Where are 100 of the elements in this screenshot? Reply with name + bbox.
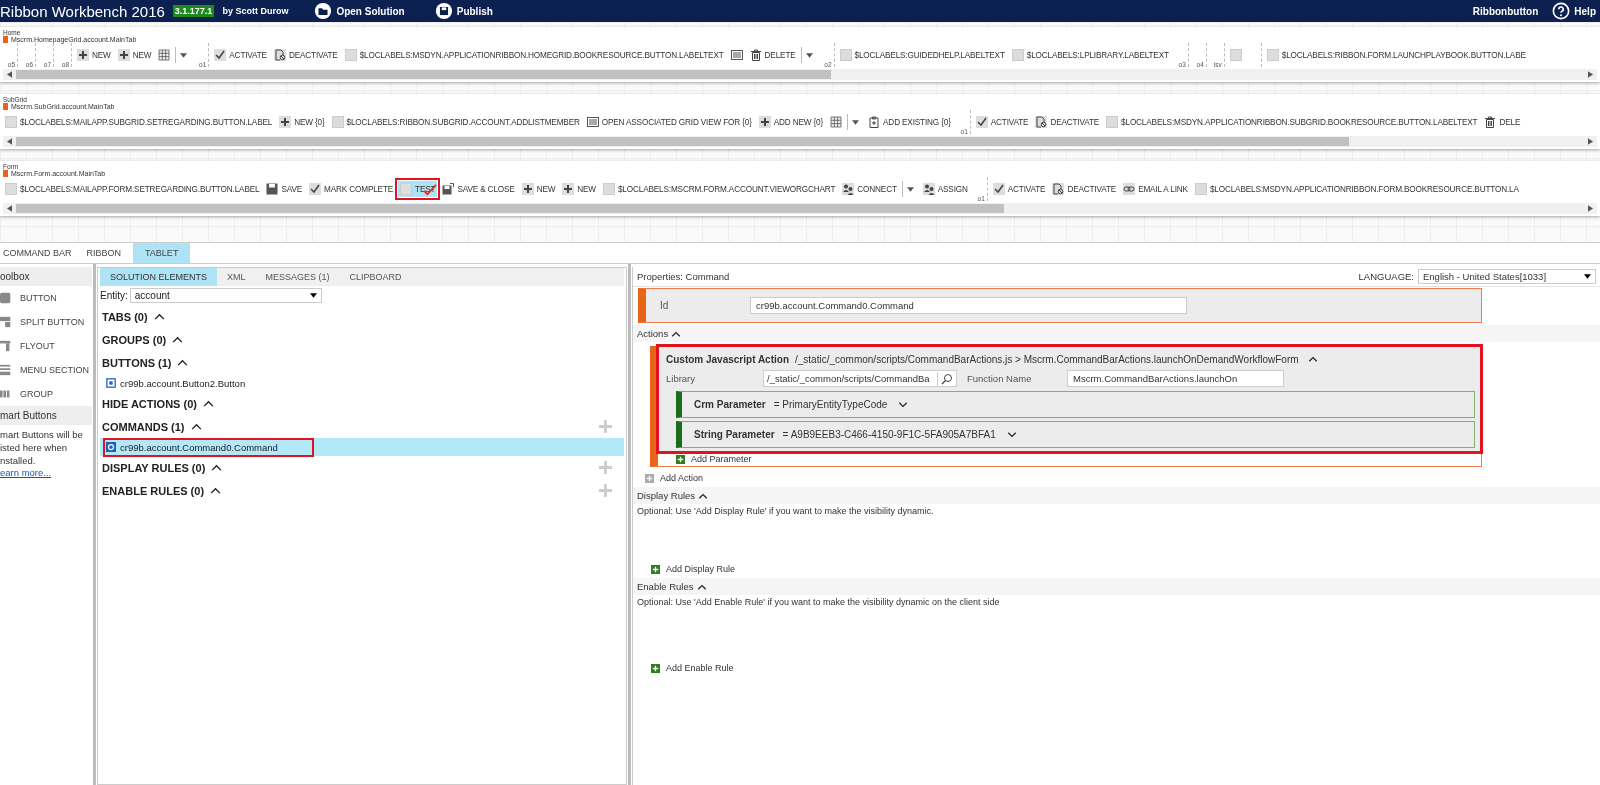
splitter-handle[interactable] [92,264,97,785]
ribbon-button[interactable]: $LOCLABELS:RIBBON.SUBGRID.ACCOUNT.ADDLISTMEMBER [329,114,582,130]
ribbon-button[interactable] [828,114,845,130]
trash-icon [749,49,762,61]
scroll-left-icon[interactable] [7,205,12,212]
ribbon-button[interactable]: $LOCLABELS:GUIDEDHELP.LABELTEXT [837,47,1007,63]
ribbon-button[interactable] [156,47,173,63]
toolbox-item[interactable]: FLYOUT [0,334,92,358]
checkmark-icon [309,183,322,195]
ribbon-button[interactable]: ADD NEW {0} [756,114,826,130]
section-heading[interactable]: GROUPS (0) [102,333,167,346]
plus-icon [77,49,89,61]
toolbox-item[interactable]: MENU SECTION [0,358,92,382]
ribbon-button[interactable]: NEW [115,47,154,63]
horizontal-scrollbar[interactable] [3,69,1597,80]
ribbon-button[interactable]: SAVE [264,181,305,197]
chevron-icon[interactable] [698,492,709,499]
horizontal-scrollbar[interactable] [3,136,1597,147]
view-tab[interactable]: RIBBON [83,243,134,263]
library-field[interactable]: /_static/_common/scripts/CommandBa [763,370,957,387]
ribbon-button[interactable]: DEACTIVATE [1033,114,1102,130]
panel-tab[interactable]: MESSAGES (1) [255,268,340,286]
ribbon-button[interactable]: EMAIL A LINK [1121,181,1190,197]
ribbon-button[interactable]: $LOCLABELS:MSDYN.APPLICATIONRIBBON.SUBGRID.BOOKRESOURCE.BUTTON.LABELTEXT [1104,114,1480,130]
ribbon-button[interactable]: NEW [75,47,113,63]
chevron-icon[interactable] [696,583,707,590]
section-heading[interactable]: COMMANDS (1) [102,420,185,433]
add-action-button[interactable]: Add Action [633,467,716,485]
toolbox-item[interactable]: SPLIT BUTTON [0,310,92,334]
chevron-icon[interactable] [898,401,909,408]
chevron-icon[interactable] [190,423,202,430]
panel-tab[interactable]: XML [217,268,256,286]
ribbon-button[interactable]: NEW {0} [277,114,327,130]
ribbon-button[interactable]: NEW [519,181,558,197]
section-heading[interactable]: DISPLAY RULES (0) [102,461,206,474]
panel-tab[interactable]: CLIPBOARD [339,268,412,286]
toolbox-item[interactable]: GROUP [0,382,92,406]
chevron-icon[interactable] [671,330,682,337]
toolbar-button[interactable]: Open Solution [314,2,405,20]
toolbox-item-icon [0,315,12,329]
ribbon-button[interactable]: DEACTIVATE [1050,181,1119,197]
section-heading[interactable]: ENABLE RULES (0) [102,484,205,497]
chevron-icon[interactable] [1006,431,1017,438]
scroll-left-icon[interactable] [7,138,12,145]
scroll-right-icon[interactable] [1588,205,1593,212]
ribbon-button[interactable]: DEACTIVATE [271,47,340,63]
id-field[interactable]: cr99b.account.Command0.Command [750,297,1187,314]
ribbon-button[interactable]: $LOCLABELS:MAILAPP.FORM.SETREGARDING.BUTTON.LABEL [3,181,262,197]
chevron-icon[interactable] [202,400,214,407]
panel-tab[interactable]: SOLUTION ELEMENTS [100,268,218,286]
toolbox-item[interactable]: BUTTON [0,286,92,310]
chevron-icon[interactable] [1307,356,1318,362]
ribbon-button[interactable]: NEW [560,181,598,197]
list-item[interactable]: cr99b.account.Command0.Command [100,438,624,456]
splitter-handle[interactable] [627,264,632,785]
scroll-right-icon[interactable] [1588,71,1593,78]
tab-marker-icon [3,103,8,110]
help-button[interactable]: Help [1552,2,1596,20]
chevron-icon[interactable] [153,313,165,320]
ribbon-button[interactable]: DELETE [747,47,798,63]
ribbon-button[interactable]: $LOCLABELS:LPLIBRARY.LABELTEXT [1009,47,1171,63]
section-heading[interactable]: TABS (0) [102,310,148,323]
section-title: Display Rules [637,490,696,501]
ribbon-button[interactable]: SAVE & CLOSE [440,181,517,197]
add-rule-button[interactable]: Add Display Rule [637,562,1600,576]
plus-icon [521,183,534,195]
ribbon-button[interactable]: $LOCLABELS:RIBBON.FORM.LAUNCHPLAYBOOK.BUTTON.LABE [1264,47,1528,63]
ribbon-button[interactable]: ACTIVATE [212,47,269,63]
toolbar-button[interactable]: Publish [434,2,493,20]
chevron-icon[interactable] [177,359,189,366]
ribbon-button[interactable]: $LOCLABELS:MSCRM.FORM.ACCOUNT.VIEWORGCHART [600,181,838,197]
section-heading[interactable]: HIDE ACTIONS (0) [102,397,197,410]
ribbon-button[interactable]: ASSIGN [920,181,970,197]
horizontal-scrollbar[interactable] [3,203,1597,214]
ribbon-button[interactable]: ACTIVATE [973,114,1031,130]
scroll-right-icon[interactable] [1588,138,1593,145]
chevron-icon[interactable] [172,336,184,343]
entity-dropdown[interactable]: account [129,288,322,303]
function-name-field[interactable]: Mscrm.CommandBarActions.launchOn [1067,370,1284,387]
chevron-icon[interactable] [210,487,222,494]
ribbon-button[interactable]: OPEN ASSOCIATED GRID VIEW FOR {0} [584,114,754,130]
add-parameter-button[interactable]: Add Parameter [658,452,770,466]
ribbon-button[interactable] [728,47,745,63]
ribbon-button[interactable]: CONNECT [840,181,899,197]
ribbon-button[interactable]: MARK COMPLETE [307,181,396,197]
view-tab[interactable]: COMMAND BAR [0,243,84,263]
list-item[interactable]: cr99b.account.Button2.Button [100,374,624,392]
ribbon-button[interactable]: DELE [1482,114,1523,130]
ribbon-button[interactable]: $LOCLABELS:MSDYN.APPLICATIONRIBBON.HOMEGRID.BOOKRESOURCE.BUTTON.LABELTEXT [342,47,726,63]
scroll-left-icon[interactable] [7,71,12,78]
chevron-icon[interactable] [211,464,223,471]
view-tab[interactable]: TABLET [133,243,191,263]
ribbon-button[interactable]: ACTIVATE [990,181,1048,197]
add-rule-button[interactable]: Add Enable Rule [637,661,1600,675]
language-dropdown[interactable]: English - United States[1033] [1418,269,1596,284]
ribbon-button[interactable]: $LOCLABELS:MSDYN.APPLICATIONRIBBON.FORM.BOOKRESOURCE.BUTTON.LA [1192,181,1521,197]
learn-more-link[interactable]: earn more... [0,467,52,478]
section-heading[interactable]: BUTTONS (1) [102,356,172,369]
ribbon-button[interactable]: $LOCLABELS:MAILAPP.SUBGRID.SETREGARDING.BUTTON.LABEL [3,114,275,130]
ribbon-button[interactable]: ADD EXISTING {0} [866,114,953,130]
